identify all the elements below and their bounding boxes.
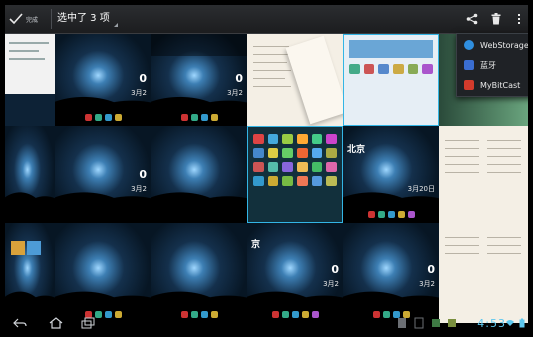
- thumbnail[interactable]: [439, 223, 528, 323]
- thumbnail[interactable]: 0 3月2: [151, 34, 247, 126]
- date-text: 3月20日: [407, 185, 435, 193]
- dropdown-caret-icon: [113, 23, 118, 27]
- thumbnail[interactable]: [5, 126, 55, 223]
- thumbnail[interactable]: [5, 223, 55, 323]
- city-text: 京: [251, 240, 261, 250]
- date-text: 3月2: [131, 185, 147, 193]
- date-text: 3月2: [323, 280, 339, 288]
- system-bar: 4:53: [5, 317, 528, 333]
- mybitcast-icon: [464, 80, 474, 90]
- thumbnail[interactable]: 0 3月2: [55, 126, 151, 223]
- clock-text: 0: [235, 72, 243, 85]
- notification-icon[interactable]: [393, 315, 411, 331]
- action-bar: 完成 选中了 3 项: [5, 5, 528, 34]
- gallery-screen: 完成 选中了 3 项 0 3月2 0 3月2 0 3月2 北京 3月20日 京 …: [5, 5, 528, 333]
- thumbnail[interactable]: 0 3月2: [343, 223, 439, 323]
- share-menu-item-bluetooth[interactable]: 蓝牙: [457, 55, 528, 75]
- date-text: 3月2: [131, 89, 147, 97]
- clock-text: 0: [331, 263, 339, 276]
- home-icon[interactable]: [47, 315, 65, 331]
- share-menu-item-label: 蓝牙: [480, 60, 496, 70]
- overflow-menu-icon[interactable]: [510, 10, 528, 28]
- done-button[interactable]: 完成: [9, 5, 49, 33]
- back-icon[interactable]: [11, 315, 29, 331]
- checkmark-icon: [9, 13, 23, 25]
- share-menu: WebStorage 蓝牙 MyBitCast: [456, 33, 528, 97]
- share-icon[interactable]: [463, 10, 481, 28]
- share-menu-item-webstorage[interactable]: WebStorage: [457, 35, 528, 55]
- trash-icon[interactable]: [487, 10, 505, 28]
- thumbnail[interactable]: [343, 34, 439, 126]
- share-menu-item-label: MyBitCast: [480, 80, 521, 90]
- battery-icon: [513, 315, 528, 331]
- thumbnail[interactable]: 京 0 3月2: [247, 223, 343, 323]
- date-text: 3月2: [419, 280, 435, 288]
- done-label: 完成: [26, 16, 39, 24]
- thumbnail[interactable]: [151, 126, 247, 223]
- thumbnail[interactable]: [439, 126, 528, 223]
- selection-count-label: 选中了 3 项: [57, 13, 110, 24]
- thumbnail-grid: 0 3月2 0 3月2 0 3月2 北京 3月20日 京 0 3月2 0 3月2: [5, 34, 528, 323]
- thumbnail[interactable]: [247, 126, 343, 223]
- bluetooth-icon: [464, 60, 474, 70]
- webstorage-icon: [464, 40, 474, 50]
- clock-text: 0: [139, 72, 147, 85]
- thumbnail[interactable]: [247, 34, 343, 126]
- thumbnail[interactable]: 北京 3月20日: [343, 126, 439, 223]
- thumbnail[interactable]: 0 3月2: [55, 34, 151, 126]
- thumbnail[interactable]: [151, 223, 247, 323]
- recent-apps-icon[interactable]: [79, 315, 97, 331]
- share-menu-item-label: WebStorage: [480, 40, 528, 50]
- share-menu-item-mybitcast[interactable]: MyBitCast: [457, 75, 528, 95]
- thumbnail[interactable]: [55, 223, 151, 323]
- app-notification-icon[interactable]: [443, 315, 461, 331]
- action-bar-divider: [51, 9, 52, 29]
- date-text: 3月2: [227, 89, 243, 97]
- clock-text: 0: [427, 263, 435, 276]
- selection-count-dropdown[interactable]: 选中了 3 项: [57, 5, 118, 33]
- thumbnail[interactable]: [5, 34, 55, 126]
- city-text: 北京: [347, 145, 366, 155]
- clock-text: 0: [139, 168, 147, 181]
- gallery-notification-icon[interactable]: [410, 315, 428, 331]
